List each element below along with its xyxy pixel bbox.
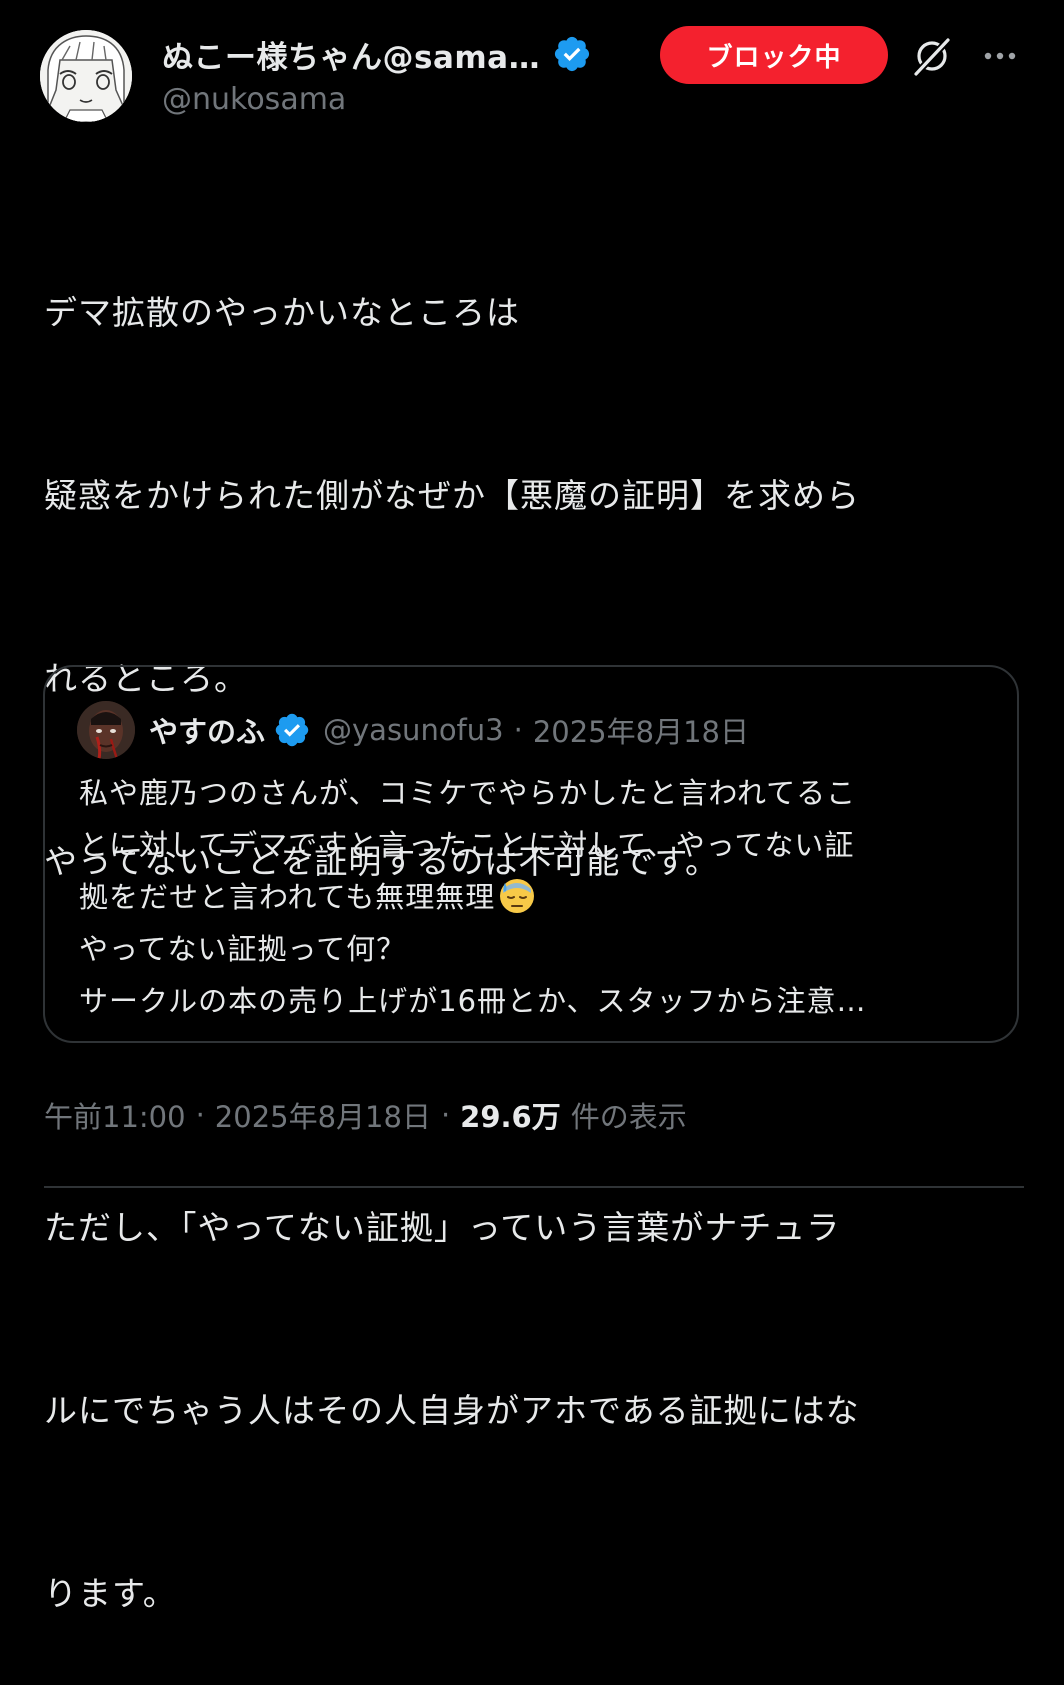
tweet-line: ります。 [44,1574,177,1613]
separator-dot: · [440,1098,451,1132]
quoted-tweet-body: 私や鹿乃つのさんが、コミケでやらかしたと言われてるこ とに対してデマですと言った… [79,767,1009,1027]
quoted-tweet-header: やすのふ @yasunofu3 · 2025年8月18日 [149,705,749,755]
views-count[interactable]: 29.6万 [460,1094,561,1136]
divider [44,1186,1024,1188]
quoted-tweet-line: サークルの本の売り上げが16冊とか、スタッフから注意… [79,984,867,1018]
quoted-tweet-line: とに対してデマですと言ったことに対して、やってない証 [79,828,855,862]
tweet-meta: 午前11:00 · 2025年8月18日 · 29.6万 件の表示 [44,1090,687,1140]
grok-icon[interactable] [910,34,954,78]
quoted-tweet-line: やってない証拠って何？ [79,932,407,966]
quoted-author-handle[interactable]: @yasunofu3 [323,713,504,747]
downcast-face-with-sweat-emoji-icon [497,875,537,915]
author-display-name[interactable]: ぬこー様ちゃん@sama… [162,32,540,77]
tweet-line: ルにでちゃう人はその人自身がアホである証拠にはな [44,1391,860,1430]
tweet-header: ぬこー様ちゃん@sama… @nukosama ブロック中 [40,26,1030,126]
separator-dot: · [195,1098,205,1132]
tweet-line: ただし、「やってない証拠」っていう言葉がナチュラ [44,1208,841,1247]
tweet-date[interactable]: 2025年8月18日 [215,1094,431,1136]
quoted-tweet-line: 拠をだせと言われても無理無理 [79,880,496,914]
tweet-line: デマ拡散のやっかいなところは [44,293,520,332]
author-handle[interactable]: @nukosama [162,82,346,117]
quoted-author-avatar[interactable] [77,701,135,759]
author-name-row: ぬこー様ちゃん@sama… [162,28,592,80]
tweet-time[interactable]: 午前11:00 [44,1094,186,1136]
quoted-tweet-line: 私や鹿乃つのさんが、コミケでやらかしたと言われてるこ [79,776,857,810]
quoted-tweet-date[interactable]: 2025年8月18日 [533,709,749,751]
separator-dot: · [513,713,523,747]
verified-badge-icon[interactable] [552,34,592,74]
verified-badge-icon [273,711,311,749]
quoted-tweet-line-with-emoji: 拠をだせと言われても無理無理 [79,871,1009,923]
views-label: 件の表示 [570,1100,687,1134]
quoted-tweet-card[interactable]: やすのふ @yasunofu3 · 2025年8月18日 私や鹿乃つのさんが、コ… [43,665,1019,1043]
blocked-button[interactable]: ブロック中 [660,26,888,84]
tweet-line: 疑惑をかけられた側がなぜか【悪魔の証明】を求めら [44,476,860,515]
author-avatar[interactable] [40,30,132,122]
more-icon[interactable] [978,36,1022,76]
quoted-author-name[interactable]: やすのふ [149,709,265,751]
